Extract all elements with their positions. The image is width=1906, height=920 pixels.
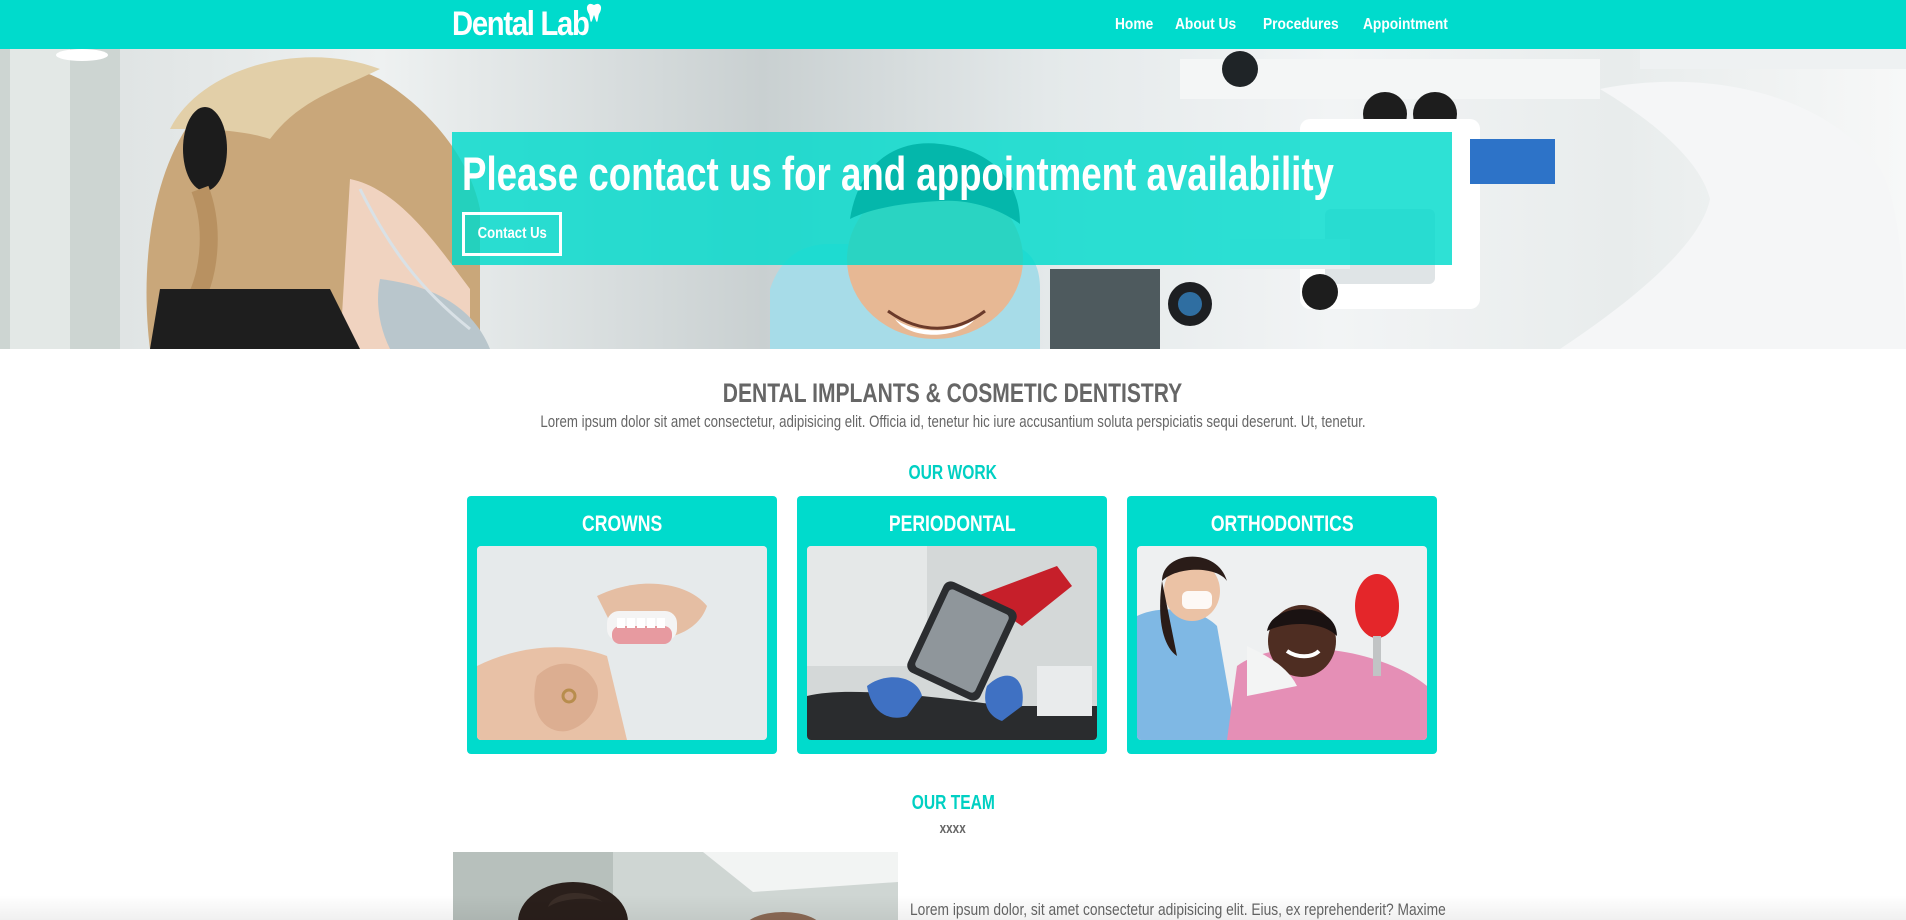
main-nav: Home About Us Procedures Appointment — [1115, 0, 1483, 49]
crowns-photo — [477, 546, 767, 740]
our-work-heading: OUR WORK — [0, 460, 1906, 486]
our-team-heading: OUR TEAM — [0, 790, 1906, 816]
card-title-text: PERIODONTAL — [888, 511, 1016, 536]
contact-us-label: Contact Us — [477, 225, 547, 242]
card-title-text: CROWNS — [581, 511, 663, 536]
card-title: ORTHODONTICS — [1127, 512, 1437, 536]
card-title: CROWNS — [467, 512, 777, 536]
brand-logo[interactable]: Dental Lab — [452, 3, 611, 47]
card-title: PERIODONTAL — [797, 512, 1107, 536]
navbar: Dental Lab Home About Us Procedures Appo… — [0, 0, 1906, 49]
work-card-crowns[interactable]: CROWNS — [467, 496, 777, 754]
intro-text: Lorem ipsum dolor sit amet consectetur, … — [0, 411, 1906, 433]
intro-text-content: Lorem ipsum dolor sit amet consectetur, … — [540, 412, 1366, 431]
team-photo — [453, 852, 898, 920]
our-work-heading-text: OUR WORK — [908, 462, 998, 484]
team-text: Lorem ipsum dolor, sit amet consectetur … — [910, 899, 1452, 920]
tooth-icon — [586, 3, 602, 23]
hero-banner: Please contact us for and appointment av… — [452, 132, 1452, 265]
contact-us-button[interactable]: Contact Us — [462, 212, 562, 256]
team-text-content: Lorem ipsum dolor, sit amet consectetur … — [910, 900, 1446, 919]
nav-procedures[interactable]: Procedures — [1263, 16, 1339, 34]
brand-name: Dental Lab — [452, 5, 590, 43]
orthodontics-photo — [1137, 546, 1427, 740]
hero-section: Please contact us for and appointment av… — [0, 49, 1906, 349]
card-title-text: ORTHODONTICS — [1210, 511, 1354, 536]
our-team-subheading-text: xxxx — [939, 820, 967, 837]
nav-appointment[interactable]: Appointment — [1363, 16, 1448, 34]
periodontal-photo — [807, 546, 1097, 740]
intro-title-text: DENTAL IMPLANTS & COSMETIC DENTISTRY — [723, 378, 1183, 408]
nav-about-us[interactable]: About Us — [1175, 16, 1236, 34]
intro-title: DENTAL IMPLANTS & COSMETIC DENTISTRY — [0, 376, 1906, 410]
nav-home[interactable]: Home — [1115, 16, 1153, 34]
our-team-heading-text: OUR TEAM — [911, 792, 995, 814]
work-card-periodontal[interactable]: PERIODONTAL — [797, 496, 1107, 754]
hero-title: Please contact us for and appointment av… — [462, 147, 1334, 200]
work-card-orthodontics[interactable]: ORTHODONTICS — [1127, 496, 1437, 754]
our-team-subheading: xxxx — [0, 820, 1906, 838]
